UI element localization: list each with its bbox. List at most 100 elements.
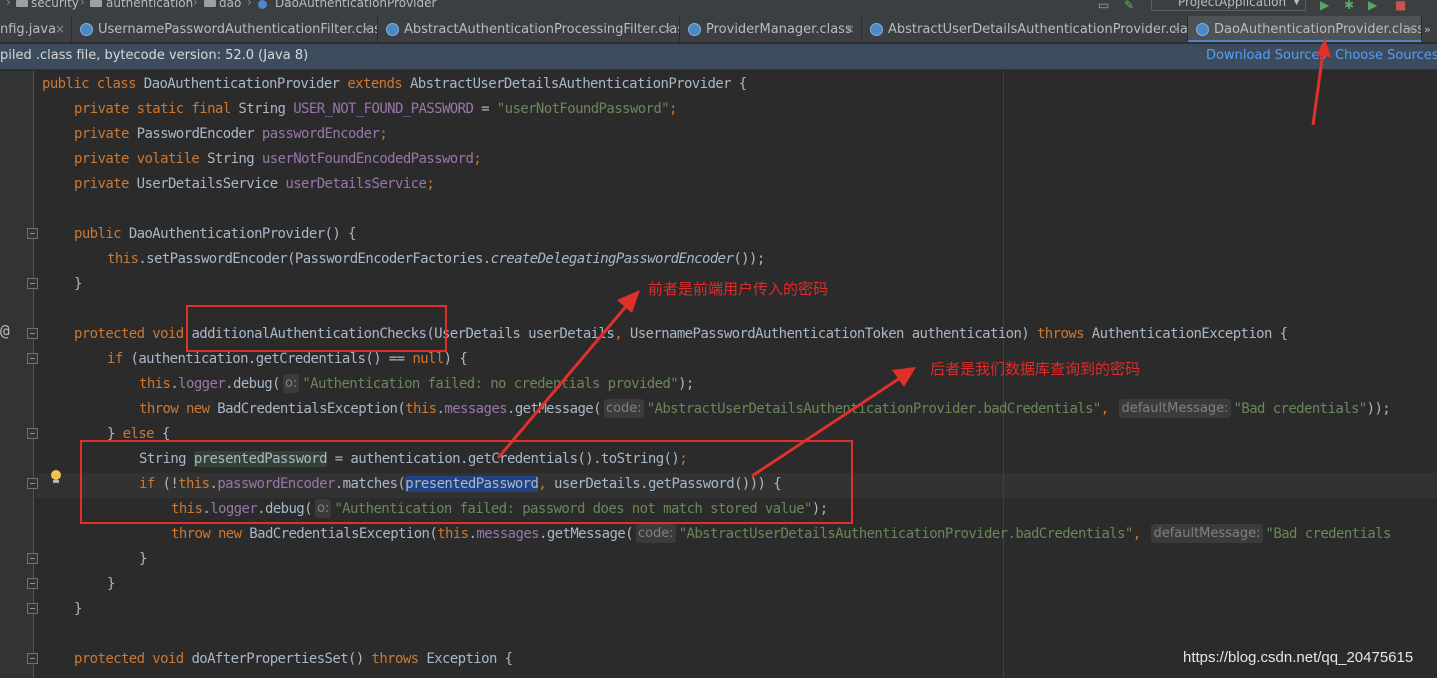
method-call: .getMessage( — [539, 526, 634, 542]
build-icon[interactable]: ▭ — [1098, 0, 1109, 11]
tab-label: ProviderManager.class — [706, 22, 852, 37]
string-literal: "Authentication failed: no credentials p… — [302, 376, 679, 392]
class-icon — [258, 0, 267, 9]
string-literal: "userNotFoundPassword" — [496, 101, 670, 117]
punctuation: ()); — [733, 251, 765, 267]
navigation-bar: › security › authentication › dao › DaoA… — [0, 0, 1437, 16]
tab-dao-authentication-provider[interactable]: DaoAuthenticationProvider.class × — [1188, 16, 1422, 42]
keyword: throw new — [171, 526, 250, 542]
keyword: this — [139, 376, 171, 392]
tab-abstract-processing-filter[interactable]: AbstractAuthenticationProcessingFilter.c… — [378, 16, 680, 42]
run-icon[interactable]: ▶ — [1320, 0, 1329, 11]
hammer-icon[interactable]: ✎ — [1124, 0, 1134, 11]
field-name: userNotFoundEncodedPassword — [261, 151, 474, 167]
override-marker-icon[interactable]: @ — [0, 321, 10, 340]
coverage-icon[interactable]: ▶ — [1368, 0, 1377, 11]
tab-config-java[interactable]: nfig.java × — [0, 16, 72, 42]
breadcrumb-separator: › — [193, 0, 198, 9]
method-name: doAfterPropertiesSet() — [191, 651, 372, 667]
comma: , — [1132, 526, 1149, 542]
parameters: (UserDetails userDetails — [426, 326, 615, 342]
annotation-text-second: 后者是我们数据库查询到的密码 — [930, 360, 1141, 378]
code-line: private volatile String userNotFoundEnco… — [74, 147, 482, 172]
punctuation: ); — [678, 376, 694, 392]
choose-sources-link[interactable]: Choose Sources... — [1335, 48, 1437, 63]
class-file-icon — [80, 23, 93, 36]
code-line: } — [107, 572, 115, 597]
package-icon — [204, 0, 216, 7]
close-icon[interactable]: × — [845, 16, 855, 42]
close-icon[interactable]: × — [1171, 16, 1181, 42]
close-icon[interactable]: × — [663, 16, 673, 42]
keyword: this — [107, 251, 139, 267]
operator: = — [473, 101, 497, 117]
package-icon — [90, 0, 102, 7]
keyword: throws — [371, 651, 427, 667]
keyword: private — [74, 126, 137, 142]
keyword: private static final — [74, 101, 239, 117]
punctuation: ) { — [443, 351, 468, 367]
class-file-icon — [688, 23, 701, 36]
breadcrumb-authentication[interactable]: authentication — [106, 0, 193, 10]
static-method: createDelegatingPasswordEncoder — [490, 251, 734, 267]
code-editor[interactable]: @ public class DaoAuthenticationProvider… — [0, 71, 1437, 678]
close-icon[interactable]: × — [1405, 16, 1415, 40]
debug-icon[interactable]: ✱ — [1344, 0, 1354, 11]
constructor-name: DaoAuthenticationProvider() { — [128, 226, 357, 242]
comma: , — [614, 326, 630, 342]
download-sources-link[interactable]: Download Sources — [1206, 48, 1326, 63]
decompiled-notice-bar: piled .class file, bytecode version: 52.… — [0, 44, 1437, 70]
close-icon[interactable]: × — [361, 16, 371, 42]
parameter-hint: defaultMessage: — [1119, 399, 1231, 418]
tab-label: UsernamePasswordAuthenticationFilter.cla… — [98, 22, 378, 37]
semicolon: ; — [379, 126, 388, 142]
breadcrumb-security[interactable]: security — [31, 0, 79, 10]
fold-icon[interactable] — [27, 578, 38, 589]
brace: } — [74, 276, 82, 292]
method-call: .getMessage( — [507, 401, 602, 417]
fold-icon[interactable] — [27, 653, 38, 664]
tab-label: DaoAuthenticationProvider.class — [1214, 22, 1422, 37]
field-name: USER_NOT_FOUND_PASSWORD — [293, 101, 474, 117]
dot: . — [170, 376, 179, 392]
string-literal: "Bad credentials — [1265, 526, 1392, 542]
run-configuration-label: ProjectApplication — [1178, 0, 1287, 9]
keyword: if — [107, 351, 131, 367]
method-call: .setPasswordEncoder(PasswordEncoderFacto… — [138, 251, 491, 267]
annotation-box-method — [186, 305, 447, 352]
class-file-icon — [386, 23, 399, 36]
breadcrumb-separator: › — [80, 0, 85, 9]
keyword: protected void — [74, 651, 192, 667]
tab-label: nfig.java — [0, 22, 57, 37]
fold-icon[interactable] — [27, 553, 38, 564]
tab-username-password-filter[interactable]: UsernamePasswordAuthenticationFilter.cla… — [72, 16, 378, 42]
breadcrumb-dao[interactable]: dao — [219, 0, 241, 10]
stop-icon[interactable]: ■ — [1395, 0, 1406, 11]
lightbulb-icon[interactable] — [50, 470, 62, 484]
keyword: null — [412, 351, 444, 367]
fold-icon[interactable] — [27, 328, 38, 339]
semicolon: ; — [669, 101, 677, 117]
field-name: passwordEncoder — [261, 126, 380, 142]
tab-provider-manager[interactable]: ProviderManager.class × — [680, 16, 862, 42]
exception-type: AuthenticationException { — [1091, 326, 1288, 342]
fold-icon[interactable] — [27, 228, 38, 239]
tab-abstract-user-details-provider[interactable]: AbstractUserDetailsAuthenticationProvide… — [862, 16, 1188, 42]
close-icon[interactable]: × — [55, 16, 65, 42]
code-line: } — [139, 547, 147, 572]
run-configuration-select[interactable]: ProjectApplication ▼ — [1151, 0, 1306, 11]
fold-icon[interactable] — [27, 428, 38, 439]
tab-overflow-icon[interactable]: » — [1424, 16, 1437, 42]
code-line: public class DaoAuthenticationProvider e… — [42, 72, 747, 97]
fold-icon[interactable] — [27, 478, 38, 489]
parameter-hint: code: — [603, 399, 644, 418]
fold-icon[interactable] — [27, 603, 38, 614]
code-line: protected void doAfterPropertiesSet() th… — [74, 647, 513, 672]
brace: } — [139, 551, 147, 567]
chevron-down-icon: ▼ — [1293, 0, 1300, 7]
breadcrumb-class[interactable]: DaoAuthenticationProvider — [275, 0, 436, 10]
constructor-call: BadCredentialsException( — [217, 401, 406, 417]
fold-icon[interactable] — [27, 353, 38, 364]
fold-icon[interactable] — [27, 278, 38, 289]
field-name: userDetailsService — [285, 176, 427, 192]
